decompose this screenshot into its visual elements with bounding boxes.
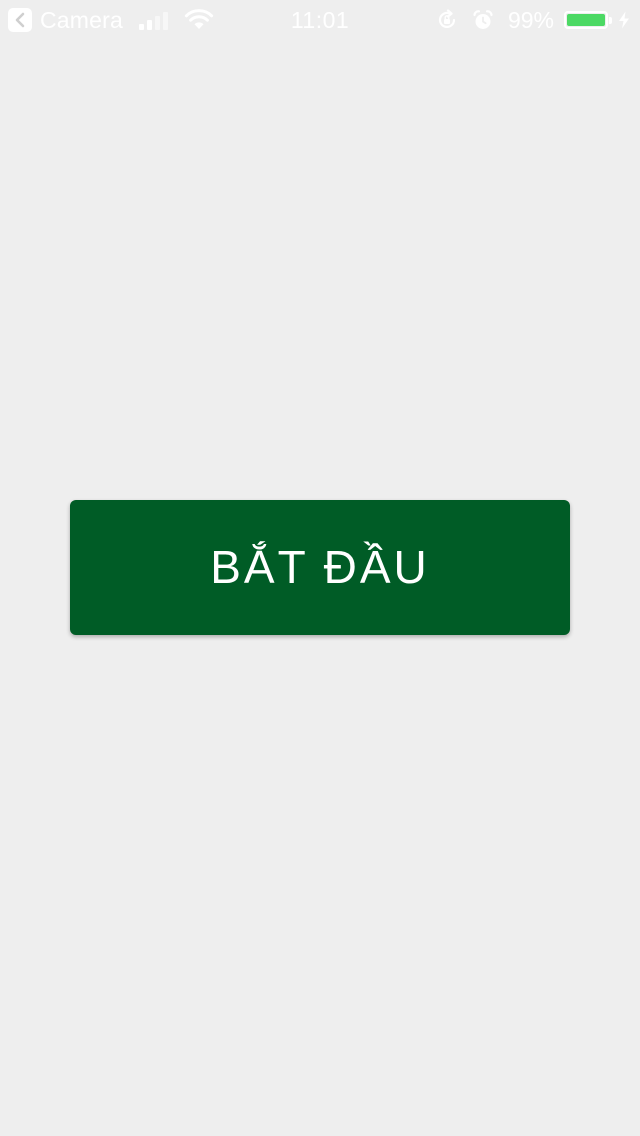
- alarm-clock-icon: [473, 10, 493, 29]
- battery-icon: [564, 11, 608, 29]
- charging-bolt-icon: [619, 11, 629, 29]
- status-bar: Camera 11:01 99%: [0, 0, 640, 40]
- battery-cap: [609, 16, 612, 24]
- rotation-lock-icon: [438, 9, 456, 29]
- battery-level-fill: [567, 14, 605, 26]
- battery-percent: 99%: [507, 7, 554, 33]
- app-screen: Camera 11:01 99% BẮT ĐẦU: [0, 0, 640, 1136]
- start-button[interactable]: BẮT ĐẦU: [70, 500, 570, 635]
- status-right-group: 99%: [436, 7, 630, 33]
